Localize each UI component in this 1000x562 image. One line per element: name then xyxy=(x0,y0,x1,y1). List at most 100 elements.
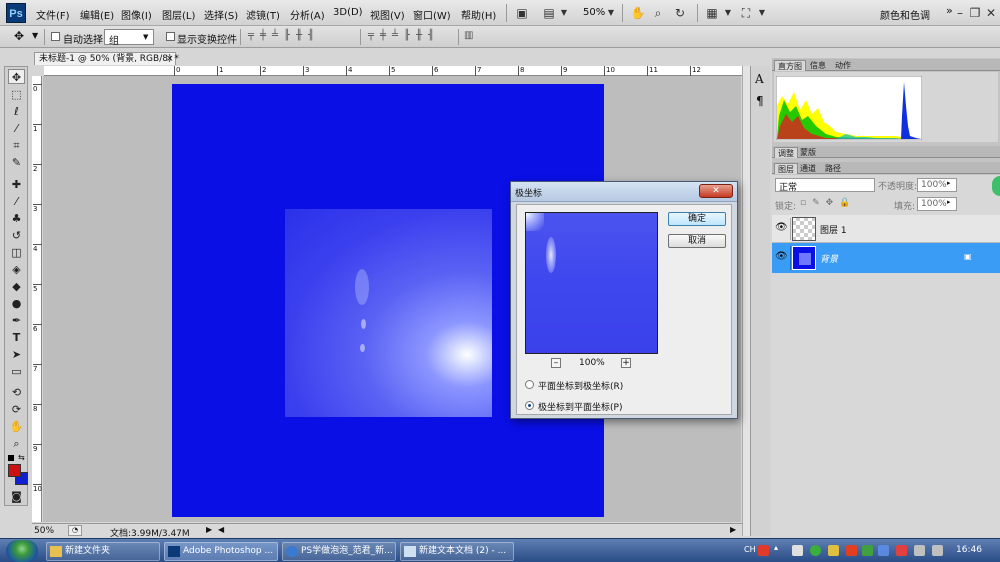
lock-buttons[interactable]: ▫✎✥🔒 xyxy=(800,198,856,208)
menu-analysis[interactable]: 分析(A) xyxy=(290,7,325,22)
vertical-scrollbar[interactable] xyxy=(742,66,750,536)
tab-masks[interactable]: 蒙版 xyxy=(797,147,819,158)
eye-icon[interactable]: 👁 xyxy=(775,251,788,262)
blur-tool-icon[interactable]: ◆ xyxy=(8,279,25,294)
swap-colors-icon[interactable]: ⇆ xyxy=(18,453,25,462)
scroll-left-icon[interactable]: ◀ xyxy=(218,525,224,534)
menu-file[interactable]: 文件(F) xyxy=(36,7,70,22)
history-brush-tool-icon[interactable]: ↺ xyxy=(8,228,25,243)
type-tool-icon[interactable]: T xyxy=(8,330,25,345)
ime-icon[interactable] xyxy=(758,545,769,556)
tray-expand-icon[interactable]: ▴ xyxy=(774,543,778,552)
auto-align-icon[interactable]: ▥ xyxy=(464,30,473,41)
lasso-tool-icon[interactable]: ℓ xyxy=(8,104,25,119)
chevron-down-icon[interactable]: ▼ xyxy=(32,31,38,40)
language-indicator[interactable]: CH xyxy=(744,545,756,554)
chevron-right-icon[interactable]: ▸ xyxy=(947,179,951,187)
path-select-tool-icon[interactable]: ➤ xyxy=(8,347,25,362)
blend-mode-dropdown[interactable]: 正常 xyxy=(775,178,875,193)
zoom-tool-icon[interactable]: ⌕ xyxy=(650,5,666,21)
status-zoom[interactable]: 50% xyxy=(34,526,54,536)
taskbar-button-browser[interactable]: PS学做泡泡_范君_新... xyxy=(282,542,396,561)
volume-icon[interactable] xyxy=(914,545,925,556)
crop-tool-icon[interactable]: ⌗ xyxy=(8,138,25,153)
security-icon[interactable] xyxy=(810,545,821,556)
character-panel-icon[interactable]: A xyxy=(755,72,764,86)
healing-brush-tool-icon[interactable]: ✚ xyxy=(8,177,25,192)
document-tab[interactable]: 未标题-1 @ 50% (背景, RGB/8) * × xyxy=(34,52,179,65)
zoom-out-button[interactable]: – xyxy=(551,358,561,368)
panel-tab-handle[interactable] xyxy=(992,176,1000,196)
tab-channels[interactable]: 通道 xyxy=(797,163,819,174)
nvidia-icon[interactable] xyxy=(862,545,873,556)
tab-info[interactable]: 信息 xyxy=(807,60,829,71)
close-icon[interactable]: × xyxy=(166,53,174,65)
menu-help[interactable]: 帮助(H) xyxy=(461,7,496,22)
tray-app-icon[interactable] xyxy=(828,545,839,556)
menu-edit[interactable]: 编辑(E) xyxy=(80,7,114,22)
zoom-level[interactable]: 50% xyxy=(583,7,605,18)
3d-rotate-tool-icon[interactable]: ⟲ xyxy=(8,385,25,400)
hand-tool-icon[interactable]: ✋ xyxy=(630,5,646,21)
tray-app-icon[interactable] xyxy=(846,545,857,556)
dialog-title-bar[interactable]: 极坐标 ✕ xyxy=(511,182,737,202)
status-menu-arrow-icon[interactable]: ▶ xyxy=(206,525,212,534)
menu-window[interactable]: 窗口(W) xyxy=(413,7,451,22)
foreground-color-swatch[interactable] xyxy=(8,464,21,477)
ok-button[interactable]: 确定 xyxy=(668,212,726,226)
workspace-switcher[interactable]: 颜色和色调 xyxy=(880,7,930,22)
quick-select-tool-icon[interactable]: ⁄ xyxy=(8,121,25,136)
clone-stamp-tool-icon[interactable]: ♣ xyxy=(8,211,25,226)
zoom-tool-icon[interactable]: ⌕ xyxy=(8,436,25,451)
printer-icon[interactable] xyxy=(792,545,803,556)
polar-to-rect-radio[interactable] xyxy=(525,401,534,410)
tab-histogram[interactable]: 直方图 xyxy=(774,60,806,71)
brush-tool-icon[interactable]: ⁄ xyxy=(8,194,25,209)
tray-app-icon[interactable] xyxy=(896,545,907,556)
shape-tool-icon[interactable]: ▭ xyxy=(8,364,25,379)
tab-actions[interactable]: 动作 xyxy=(832,60,854,71)
taskbar-button-notepad[interactable]: 新建文本文档 (2) - ... xyxy=(400,542,514,561)
align-buttons[interactable]: ╤╪╧╟╫╢ xyxy=(248,30,320,41)
cancel-button[interactable]: 取消 xyxy=(668,234,726,248)
tab-layers[interactable]: 图层 xyxy=(774,163,798,174)
opacity-input[interactable]: 100% xyxy=(917,178,957,192)
close-icon[interactable]: ✕ xyxy=(699,184,733,198)
distribute-buttons[interactable]: ╤╪╧╟╫╢ xyxy=(368,30,440,41)
tray-app-icon[interactable] xyxy=(878,545,889,556)
3d-orbit-tool-icon[interactable]: ⟳ xyxy=(8,402,25,417)
move-tool-icon[interactable]: ✥ xyxy=(8,69,25,84)
tab-adjustments[interactable]: 调整 xyxy=(774,147,798,158)
paint-bucket-tool-icon[interactable]: ◈ xyxy=(8,262,25,277)
menu-image[interactable]: 图像(I) xyxy=(121,7,152,22)
layer-row[interactable]: 👁 图层 1 xyxy=(772,215,1000,243)
marquee-tool-icon[interactable]: ⬚ xyxy=(8,87,25,102)
paragraph-panel-icon[interactable]: ¶ xyxy=(756,94,764,108)
chevron-down-icon[interactable]: ▼ xyxy=(754,5,770,21)
zoom-in-button[interactable]: + xyxy=(621,358,631,368)
arrange-documents-icon[interactable]: ▦ xyxy=(704,5,720,21)
bridge-icon[interactable]: ▣ xyxy=(514,5,530,21)
menu-filter[interactable]: 滤镜(T) xyxy=(246,7,280,22)
close-icon[interactable]: ✕ xyxy=(983,5,999,21)
chevron-down-icon[interactable]: ▼ xyxy=(720,5,736,21)
status-info-icon[interactable]: ◔ xyxy=(68,525,82,536)
dodge-tool-icon[interactable]: ● xyxy=(8,296,25,311)
menu-view[interactable]: 视图(V) xyxy=(370,7,405,22)
auto-select-dropdown[interactable]: 组 ▼ xyxy=(104,29,154,47)
restore-icon[interactable]: ❐ xyxy=(967,5,983,21)
scroll-right-icon[interactable]: ▶ xyxy=(730,525,736,534)
clock[interactable]: 16:46 xyxy=(956,545,982,555)
menu-layer[interactable]: 图层(L) xyxy=(162,7,195,22)
rotate-view-icon[interactable]: ↻ xyxy=(672,5,688,21)
menu-select[interactable]: 选择(S) xyxy=(204,7,238,22)
minimize-icon[interactable]: – xyxy=(952,5,968,21)
screen-mode-icon[interactable]: ⛶ xyxy=(738,5,754,21)
chevron-right-icon[interactable]: ▸ xyxy=(947,198,951,206)
show-transform-checkbox[interactable] xyxy=(166,32,175,41)
layer-row-selected[interactable]: 👁 背景 ▣ xyxy=(772,243,1000,273)
eye-icon[interactable]: 👁 xyxy=(775,222,788,233)
quick-mask-icon[interactable]: ◙ xyxy=(8,489,25,504)
taskbar-button-photoshop[interactable]: Adobe Photoshop ... xyxy=(164,542,278,561)
hand-tool-icon[interactable]: ✋ xyxy=(8,419,25,434)
